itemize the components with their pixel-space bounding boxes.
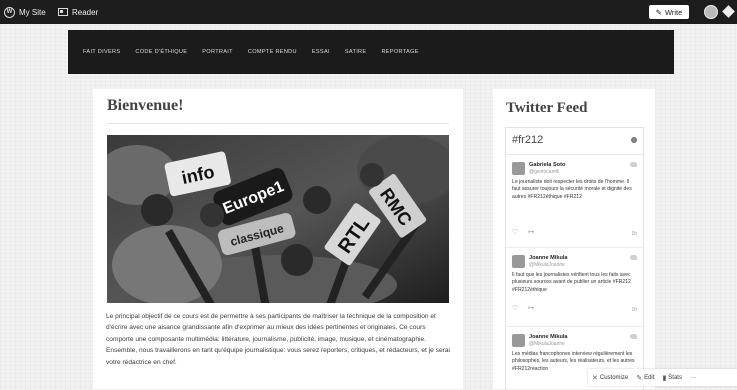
customize-button[interactable]: ✕ Customize bbox=[588, 374, 632, 382]
nav-item-compte-rendu[interactable]: COMPTE RENDU bbox=[248, 49, 297, 55]
info-icon[interactable]: i bbox=[631, 137, 637, 143]
page-title: Bienvenue! bbox=[107, 97, 184, 114]
tweet-author-handle[interactable]: @MikulaJoanne bbox=[529, 341, 565, 347]
edit-button[interactable]: ✎ Edit bbox=[632, 374, 658, 382]
hashtag-label[interactable]: #fr212 bbox=[512, 134, 543, 146]
nav-item-reportage[interactable]: REPORTAGE bbox=[381, 49, 418, 55]
nav-item-essai[interactable]: ESSAI bbox=[312, 49, 330, 55]
tweet-time[interactable]: 1h bbox=[631, 231, 637, 237]
write-button[interactable]: ✎ Write bbox=[649, 5, 689, 19]
page-content: Bienvenue! info Europe1 classique RTL RM… bbox=[93, 89, 463, 389]
wordpress-icon: W bbox=[4, 6, 15, 18]
twitter-bird-icon bbox=[630, 255, 637, 260]
reader-link[interactable]: Reader bbox=[58, 0, 98, 24]
tweet[interactable]: Joanne Mikula @MikulaJoanne Il faut que … bbox=[506, 248, 643, 327]
pencil-icon: ✎ bbox=[655, 7, 662, 17]
my-site-label: My Site bbox=[19, 7, 46, 17]
my-site-link[interactable]: W My Site bbox=[4, 0, 46, 24]
tweet-author-handle[interactable]: @gsotocarelli bbox=[529, 169, 559, 175]
write-label: Write bbox=[664, 7, 683, 17]
tweet-time[interactable]: 1h bbox=[631, 307, 637, 313]
share-icon[interactable]: ↦ bbox=[528, 228, 534, 236]
pencil-icon: ✎ bbox=[636, 374, 643, 382]
nav-item-satire[interactable]: SATIRE bbox=[345, 49, 367, 55]
twitter-timeline[interactable]: #fr212 i Gabriela Soto @gsotocarelli Le … bbox=[505, 127, 644, 390]
timeline-header: #fr212 i bbox=[506, 128, 643, 155]
customize-label: Customize bbox=[599, 374, 629, 381]
avatar[interactable] bbox=[512, 255, 525, 268]
stats-label: Stats bbox=[668, 374, 682, 381]
like-icon[interactable]: ♡ bbox=[512, 304, 518, 312]
page-body-text: Le principal objectif de ce cours est de… bbox=[106, 313, 450, 366]
tools-icon: ✕ bbox=[592, 374, 598, 382]
nav-item-code-ethique[interactable]: CODE D'ÉTHIQUE bbox=[135, 49, 187, 55]
twitter-bird-icon bbox=[630, 334, 637, 339]
user-avatar[interactable] bbox=[704, 5, 718, 19]
tweet-author-handle[interactable]: @MikulaJoanne bbox=[529, 262, 565, 268]
widget-title: Twitter Feed bbox=[506, 100, 588, 116]
edit-label: Edit bbox=[644, 374, 655, 381]
twitter-widget: Twitter Feed #fr212 i Gabriela Soto @gso… bbox=[493, 89, 655, 390]
title-divider bbox=[107, 123, 449, 124]
microphones-image: info Europe1 classique RTL RMC bbox=[107, 135, 449, 303]
more-icon: ··· bbox=[689, 374, 696, 381]
reader-label: Reader bbox=[72, 7, 99, 17]
notifications-icon[interactable] bbox=[722, 5, 735, 18]
tweet-author-name[interactable]: Gabriela Soto bbox=[529, 162, 565, 168]
avatar[interactable] bbox=[512, 162, 525, 175]
customize-bar: ✕ Customize ✎ Edit ▮ Stats ··· bbox=[588, 369, 737, 386]
tweet-author-name[interactable]: Joanne Mikula bbox=[529, 255, 568, 261]
reader-icon bbox=[58, 8, 68, 16]
main-navigation: FAIT DIVERS CODE D'ÉTHIQUE PORTRAIT COMP… bbox=[68, 30, 674, 74]
tweet[interactable]: Gabriela Soto @gsotocarelli Le journalis… bbox=[506, 155, 643, 248]
tweet-actions: ♡ ↦ bbox=[512, 228, 534, 236]
twitter-bird-icon bbox=[630, 162, 637, 167]
stats-button[interactable]: ▮ Stats bbox=[658, 374, 686, 382]
tweet-text: Le journaliste doit respecter les droits… bbox=[512, 179, 632, 200]
nav-item-portrait[interactable]: PORTRAIT bbox=[202, 49, 233, 55]
tweet-actions: ♡ ↦ bbox=[512, 304, 534, 312]
share-icon[interactable]: ↦ bbox=[528, 304, 534, 312]
nav-item-fait-divers[interactable]: FAIT DIVERS bbox=[83, 49, 120, 55]
tweet-text: Il faut que les journalistes vérifient t… bbox=[512, 272, 631, 293]
like-icon[interactable]: ♡ bbox=[512, 228, 518, 236]
stats-icon: ▮ bbox=[662, 374, 667, 382]
admin-bar: W My Site Reader ✎ Write bbox=[0, 0, 737, 24]
avatar[interactable] bbox=[512, 334, 525, 347]
more-button[interactable]: ··· bbox=[686, 375, 700, 381]
tweet-author-name[interactable]: Joanne Mikula bbox=[529, 334, 568, 340]
